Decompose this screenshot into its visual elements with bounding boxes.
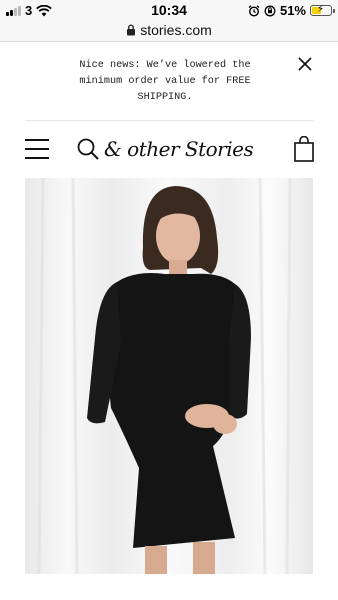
menu-icon <box>25 138 49 160</box>
lock-icon <box>127 24 136 35</box>
status-right: 51% ⚡ <box>248 3 335 18</box>
address-bar[interactable]: stories.com <box>0 18 338 42</box>
menu-button[interactable] <box>25 138 49 160</box>
shopping-bag-button[interactable] <box>294 135 314 162</box>
shopping-bag-icon <box>294 135 314 162</box>
free-shipping-notice: Nice news: We’ve lowered the minimum ord… <box>79 60 251 103</box>
battery-percent: 51% <box>279 3 306 18</box>
product-photo-illustration <box>25 178 313 574</box>
battery-charging-icon: ⚡ <box>310 4 335 16</box>
product-image[interactable] <box>25 178 313 574</box>
brand-logo[interactable]: & other Stories <box>104 134 254 164</box>
orientation-lock-icon <box>264 5 276 16</box>
close-icon <box>298 57 312 71</box>
url-text: stories.com <box>140 21 212 38</box>
alarm-icon <box>248 4 260 17</box>
header-divider <box>25 120 313 121</box>
search-icon <box>77 138 99 160</box>
close-notice-button[interactable] <box>296 55 314 73</box>
search-button[interactable] <box>76 137 100 161</box>
